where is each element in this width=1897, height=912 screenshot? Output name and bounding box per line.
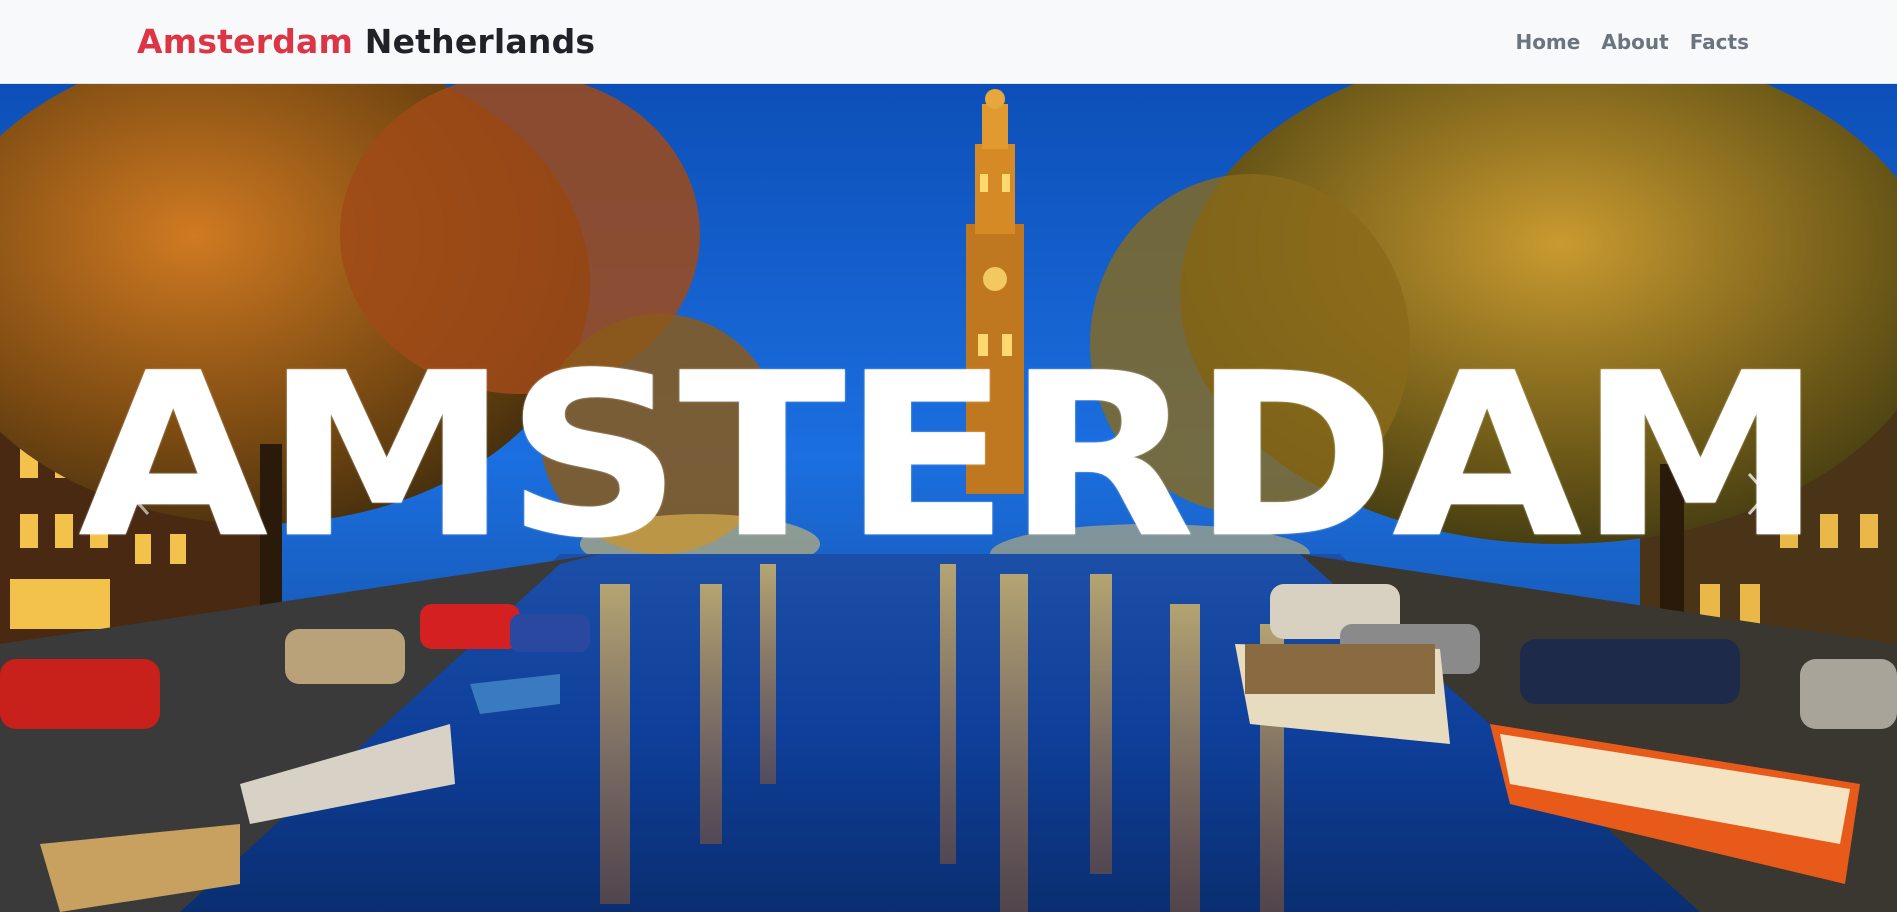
hero-title: AMSTERDAM [77,325,1823,589]
carousel-prev-button[interactable] [120,464,160,524]
main-nav: Home About Facts [1515,30,1749,54]
navbar: Amsterdam Netherlands Home About Facts [0,0,1897,84]
carousel-next-button[interactable] [1737,464,1777,524]
nav-link-home[interactable]: Home [1515,30,1580,54]
brand-primary-text: Amsterdam [137,22,354,61]
brand-logo[interactable]: Amsterdam Netherlands [137,22,595,61]
hero-carousel: AMSTERDAM [0,84,1897,912]
nav-link-about[interactable]: About [1601,30,1668,54]
brand-secondary-text: Netherlands [364,22,596,61]
chevron-left-icon [127,472,150,516]
chevron-right-icon [1747,472,1770,516]
nav-link-facts[interactable]: Facts [1690,30,1749,54]
